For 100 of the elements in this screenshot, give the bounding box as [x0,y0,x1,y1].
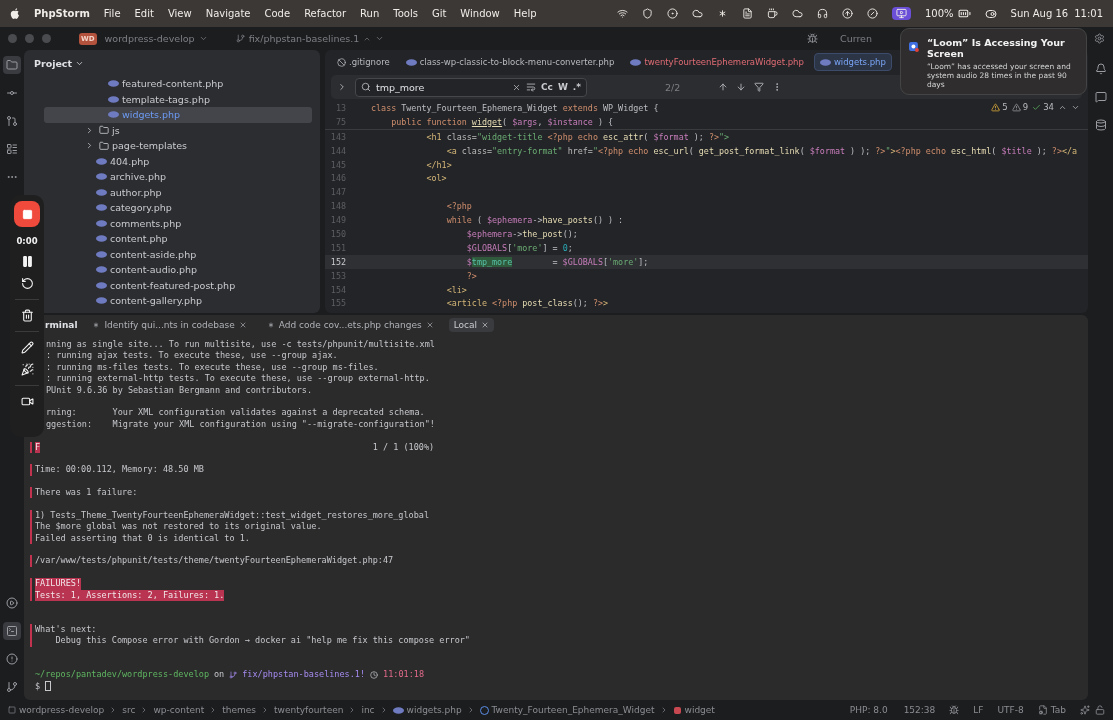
menu-item[interactable]: Code [264,8,291,19]
search-option[interactable]: Cc [540,82,553,92]
line-separator[interactable]: LF [973,705,984,715]
bug-icon[interactable] [949,705,960,715]
tree-item[interactable]: js [44,122,312,138]
run-tool-button[interactable] [3,594,21,612]
padlock-icon[interactable] [1095,705,1105,715]
tree-item[interactable]: archive.php [44,169,312,185]
tree-item[interactable]: author.php [44,184,312,200]
trash-icon[interactable] [20,309,34,322]
tree-item[interactable]: content-audio.php [44,262,312,278]
tree-item[interactable]: content-featured-post.php [44,277,312,293]
close-icon[interactable] [238,321,247,329]
menu-item[interactable]: Refactor [304,8,347,19]
app-menu[interactable]: PhpStorm [34,8,90,19]
document-icon[interactable] [741,8,753,19]
tree-item[interactable]: template-tags.php [44,91,312,107]
menu-item[interactable]: View [167,8,192,19]
camera-icon[interactable] [20,395,34,408]
project-tool-button[interactable] [3,56,21,74]
editor-tab[interactable]: class-wp-classic-to-block-menu-converter.php [399,53,621,71]
wifi-icon[interactable] [616,8,628,19]
terminal-tab[interactable]: Local [448,318,495,332]
caret-position[interactable]: 152:38 [903,705,936,715]
breadcrumb-item[interactable]: wordpress-develop [8,705,105,715]
stop-recording-button[interactable] [14,201,40,227]
tree-item[interactable]: content-gallery.php [44,293,312,309]
pause-icon[interactable] [20,255,34,268]
close-icon[interactable] [481,321,490,329]
terminal-tab[interactable]: Add code cov...ets.php changes [261,318,439,332]
search-option[interactable]: W [557,82,568,92]
control-center-icon[interactable] [984,7,997,20]
panel-title[interactable]: Project [34,57,73,69]
tree-item[interactable]: content-aside.php [44,246,312,262]
breadcrumb-item[interactable]: Twenty_Fourteen_Ephemera_Widget [479,705,655,715]
line-number: 146 [329,173,347,184]
tree-item[interactable]: page-templates [44,138,312,154]
menu-item[interactable]: File [103,8,121,19]
restart-icon[interactable] [20,277,34,290]
pencil-icon[interactable] [20,341,34,354]
breadcrumb-item[interactable]: wp-content [153,705,205,715]
circle-slash-icon[interactable] [866,8,878,19]
project-switcher[interactable]: wordpress-develop [104,33,208,44]
indent-setting[interactable]: Tab [1037,705,1066,715]
search-field[interactable]: tmp_more Cc W .* [355,77,587,97]
close-icon[interactable] [425,321,434,329]
weak-warning-count[interactable]: 9 [1011,102,1029,112]
menu-item[interactable]: Navigate [205,8,251,19]
menu-item[interactable]: Edit [134,8,154,19]
cup-icon[interactable] [766,8,778,19]
menu-item[interactable]: Tools [393,8,418,19]
newline-icon[interactable] [525,82,536,92]
tree-item[interactable]: featured-content.php [44,76,312,92]
warning-count[interactable]: 5 [991,102,1008,112]
breadcrumb-item[interactable]: widget [672,705,715,715]
editor-tab[interactable]: .gitignore [331,53,396,71]
language-level[interactable]: PHP: 8.0 [849,705,888,715]
editor-tab[interactable]: twentyFourteenEphemeraWidget.php [624,53,810,71]
passed-count[interactable]: 34 [1032,102,1054,112]
run-config-selector[interactable]: Curren [840,33,872,44]
menu-item[interactable]: Window [460,8,500,19]
clear-icon[interactable] [511,82,521,92]
expand-icon[interactable] [337,82,347,92]
file-encoding[interactable]: UTF-8 [997,705,1024,715]
terminal-tool-button[interactable] [3,622,21,640]
terminal-tab[interactable]: Identify qui...nts in codebase [87,318,252,332]
menu-item[interactable]: Git [431,8,447,19]
tree-item[interactable]: comments.php [44,215,312,231]
menu-item[interactable]: Run [360,8,380,19]
breadcrumb-item[interactable]: widgets.php [392,705,462,715]
pull-request-icon [6,115,18,127]
breadcrumb-item[interactable]: inc [361,705,375,715]
next-match-icon[interactable] [736,82,747,92]
screen-record-button[interactable] [891,7,911,20]
cloud-icon[interactable] [691,8,703,19]
apple-logo-icon[interactable] [10,7,20,20]
circle-icon[interactable] [666,8,678,19]
headphones-icon[interactable] [816,8,828,19]
filter-icon[interactable] [754,82,765,92]
editor-tab[interactable]: widgets.php [813,53,892,71]
search-option[interactable]: .* [572,82,581,92]
upload-icon[interactable] [841,8,853,19]
breadcrumb-item[interactable]: twentyfourteen [274,705,344,715]
sparkle-icon[interactable] [1080,705,1090,715]
party-popper-icon[interactable] [20,363,34,376]
breadcrumb-item[interactable]: src [122,705,136,715]
settings-icon[interactable] [1094,33,1105,44]
tree-item[interactable]: content.php [44,231,312,247]
breadcrumb-item[interactable]: themes [222,705,257,715]
branch-switcher[interactable]: fix/phpstan-baselines.1 [235,33,385,44]
previous-match-icon[interactable] [718,82,729,92]
tree-item[interactable]: widgets.php [44,107,312,123]
cloud-icon[interactable] [791,8,803,19]
shield-icon[interactable] [641,8,653,19]
tree-item[interactable]: category.php [44,200,312,216]
menu-item[interactable]: Help [513,8,537,19]
problems-tool-button[interactable] [3,650,21,668]
bug-icon[interactable] [807,33,819,44]
code-token: href= [567,145,593,156]
tree-item[interactable]: 404.php [44,153,312,169]
